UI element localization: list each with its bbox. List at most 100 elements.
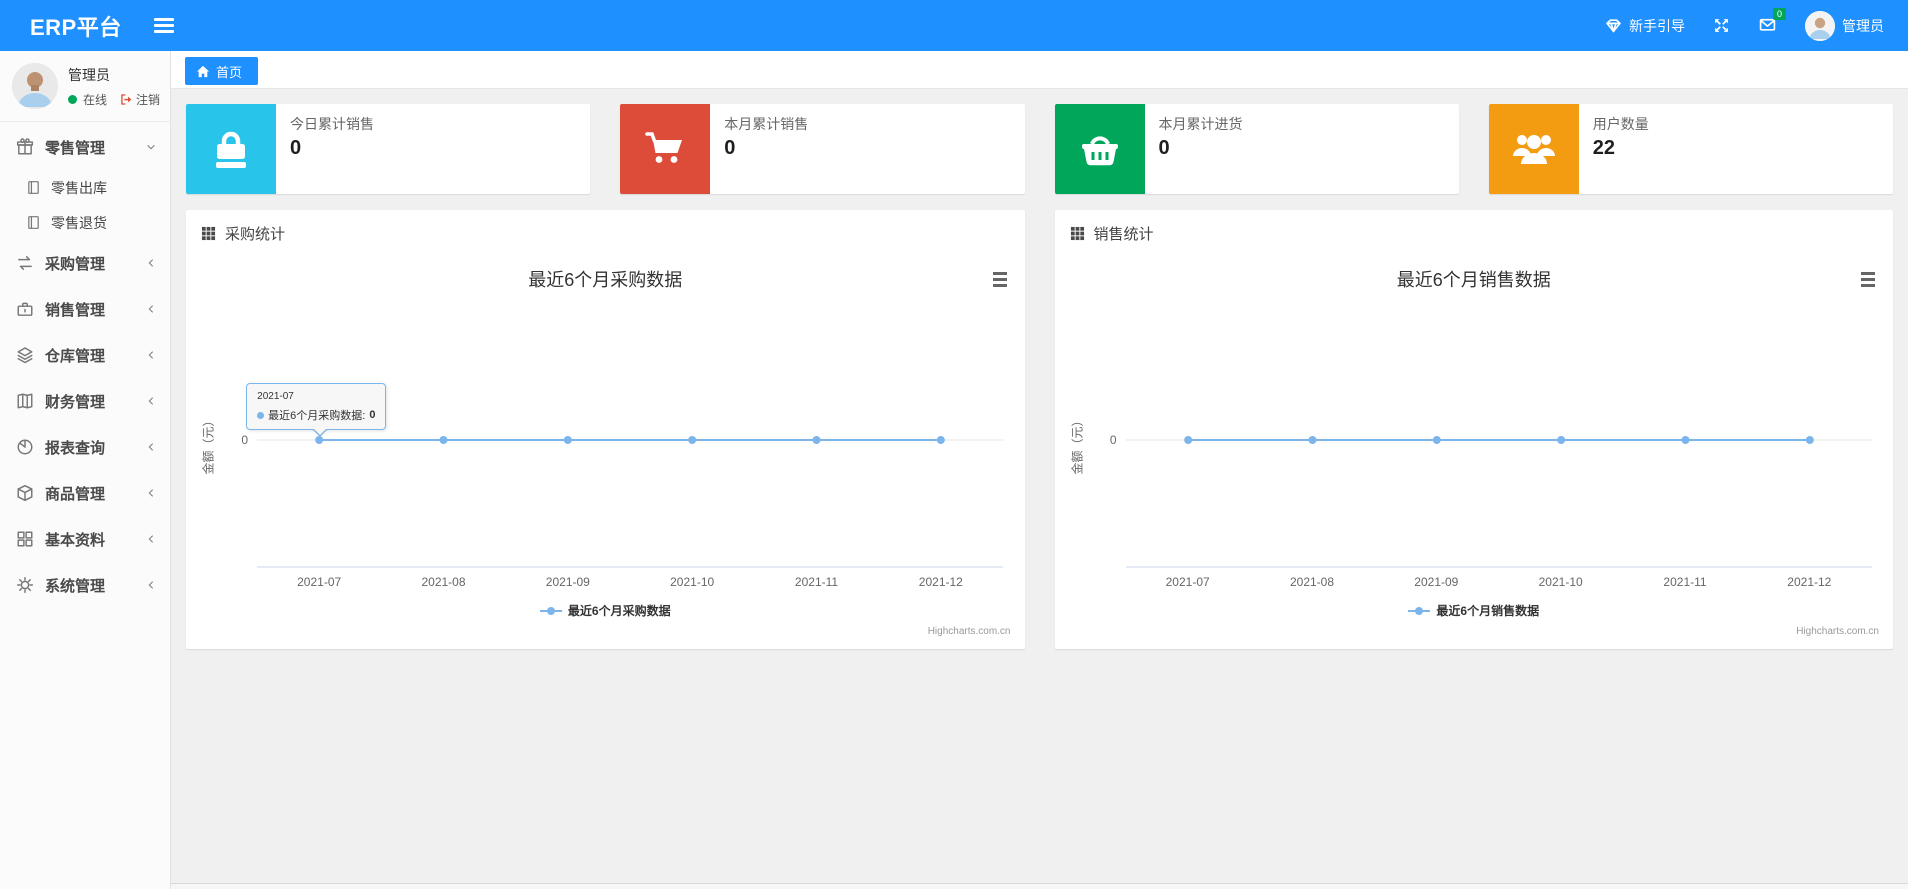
user-menu[interactable]: 管理员	[1805, 10, 1884, 41]
chevron-left-icon	[148, 443, 154, 451]
shopping-cart-icon	[645, 132, 683, 163]
panel-title: 采购统计	[225, 226, 286, 243]
guide-link[interactable]: 新手引导	[1605, 16, 1685, 36]
mail-count-badge: 0	[1772, 7, 1786, 21]
sidebar-toggle-icon[interactable]	[148, 12, 180, 39]
sidebar-item-purchase[interactable]: 采购管理	[0, 240, 170, 286]
legend-item[interactable]: 最近6个月采购数据	[186, 602, 1025, 619]
stat-card-month-sales: 本月累计销售 0	[620, 104, 1025, 194]
sidebar-item-label: 零售退货	[51, 214, 107, 231]
purchase-stats-panel: 采购统计 最近6个月采购数据 金额（元） 0 2021-07 2021-08 202…	[186, 210, 1025, 649]
line-plot	[1125, 436, 1872, 568]
series-dot-icon	[257, 411, 265, 419]
highcharts-credit-link[interactable]: Highcharts.com.cn	[1796, 626, 1879, 637]
card-icon-box	[1054, 104, 1145, 194]
th-grid-icon	[201, 226, 216, 241]
logout-label: 注销	[136, 92, 161, 107]
report-pie-icon	[17, 439, 33, 455]
messages-button[interactable]: 0	[1758, 7, 1786, 36]
tab-home[interactable]: 首页	[185, 57, 259, 85]
product-box-icon	[17, 484, 33, 502]
stat-label: 用户数量	[1592, 116, 1649, 132]
sign-out-icon	[121, 93, 132, 105]
tooltip-header: 2021-07	[257, 391, 294, 402]
sidebar-item-label: 采购管理	[45, 255, 106, 273]
chevron-left-icon	[148, 581, 154, 589]
sidebar-item-label: 财务管理	[45, 393, 106, 411]
file-icon	[28, 216, 39, 229]
chevron-down-icon	[147, 144, 155, 150]
stat-value: 0	[1158, 137, 1170, 159]
fullscreen-button[interactable]	[1713, 17, 1730, 34]
chart-panels: 采购统计 最近6个月采购数据 金额（元） 0 2021-07 2021-08 202…	[186, 210, 1893, 649]
stat-label: 本月累计进货	[1158, 116, 1243, 132]
gift-icon	[16, 138, 34, 155]
stat-card-user-count: 用户数量 22	[1488, 104, 1893, 194]
avatar	[1805, 10, 1835, 41]
main: 今日累计销售 0 本月累计销售 0 本月累计进货 0 用户数量 22 采购统计 …	[171, 89, 1908, 664]
card-icon-box	[186, 104, 276, 194]
sidebar-item-label: 零售管理	[45, 139, 106, 157]
stat-value: 0	[724, 137, 736, 159]
stat-label: 今日累计销售	[290, 116, 374, 132]
sidebar-item-retail[interactable]: 零售管理	[0, 124, 170, 170]
sidebar-item-finance[interactable]: 财务管理	[0, 378, 170, 424]
sidebar-item-label: 系统管理	[45, 577, 106, 595]
th-grid-icon	[1070, 226, 1084, 241]
highcharts-credit-link[interactable]: Highcharts.com.cn	[928, 626, 1011, 637]
sidebar: 管理员 在线 注销 零售管理 零售出库 零售退货 采购管理 销售管理 仓库管理 …	[0, 51, 171, 889]
expand-arrows-icon	[1715, 19, 1728, 32]
tooltip-value: 0	[369, 409, 376, 421]
chevron-left-icon	[148, 305, 154, 313]
sales-line-chart: 最近6个月销售数据 金额（元） 0 2021-07 2021-08 2021-09 2…	[1055, 255, 1894, 649]
sales-stats-panel: 销售统计 最近6个月销售数据 金额（元） 0 2021-07 2021-08 202…	[1054, 210, 1894, 649]
sidebar-item-label: 基本资料	[45, 531, 106, 549]
sidebar-item-label: 销售管理	[45, 301, 106, 319]
briefcase-icon	[17, 302, 33, 316]
chevron-left-icon	[148, 397, 154, 405]
top-header: ERP平台 新手引导 0 管理员	[0, 0, 1908, 51]
stat-value: 0	[290, 137, 302, 159]
card-icon-box	[620, 104, 711, 194]
stat-label: 本月累计销售	[724, 116, 809, 132]
panel-title: 销售统计	[1093, 226, 1154, 243]
file-icon	[28, 181, 39, 194]
sidebar-user-panel: 管理员 在线 注销	[0, 51, 170, 121]
logout-link[interactable]: 注销	[119, 91, 160, 108]
users-icon	[1512, 135, 1555, 164]
panel-header: 销售统计	[1055, 210, 1894, 255]
guide-label: 新手引导	[1629, 17, 1685, 34]
legend-label: 最近6个月采购数据	[567, 604, 671, 618]
chevron-left-icon	[148, 351, 154, 359]
header-username: 管理员	[1842, 17, 1884, 34]
stat-card-today-sales: 今日累计销售 0	[186, 104, 591, 194]
legend-item[interactable]: 最近6个月销售数据	[1055, 602, 1894, 619]
sidebar-item-label: 仓库管理	[45, 347, 106, 365]
sidebar-menu: 零售管理 零售出库 零售退货 采购管理 销售管理 仓库管理 财务管理 报表查询 …	[0, 121, 170, 608]
sidebar-item-retail-return[interactable]: 零售退货	[0, 205, 170, 240]
sidebar-username: 管理员	[68, 66, 110, 83]
basket-icon	[1081, 136, 1118, 166]
legend-label: 最近6个月销售数据	[1436, 604, 1540, 618]
home-icon	[196, 65, 210, 77]
sidebar-item-basic-data[interactable]: 基本资料	[0, 516, 170, 562]
sidebar-item-warehouse[interactable]: 仓库管理	[0, 332, 170, 378]
stat-value: 22	[1592, 137, 1615, 159]
sidebar-item-reports[interactable]: 报表查询	[0, 424, 170, 470]
online-status-icon	[68, 94, 77, 104]
exchange-icon	[18, 256, 32, 270]
legend-line-symbol	[1408, 606, 1431, 615]
sidebar-item-retail-outbound[interactable]: 零售出库	[0, 170, 170, 205]
sidebar-item-products[interactable]: 商品管理	[0, 470, 170, 516]
retail-submenu: 零售出库 零售退货	[0, 170, 170, 240]
brand-logo[interactable]: ERP平台	[0, 10, 148, 42]
content-area: 首页 今日累计销售 0 本月累计销售 0 本月累计进货 0 用户数量 22 采购…	[171, 0, 1908, 664]
sidebar-item-system[interactable]: 系统管理	[0, 562, 170, 608]
user-meta: 管理员 在线 注销	[68, 65, 160, 108]
breadcrumb-bar: 首页	[171, 51, 1908, 89]
online-status-label: 在线	[83, 92, 108, 107]
tab-home-label: 首页	[216, 64, 243, 80]
chevron-left-icon	[148, 259, 154, 267]
sidebar-item-sales[interactable]: 销售管理	[0, 286, 170, 332]
chevron-left-icon	[148, 535, 154, 543]
